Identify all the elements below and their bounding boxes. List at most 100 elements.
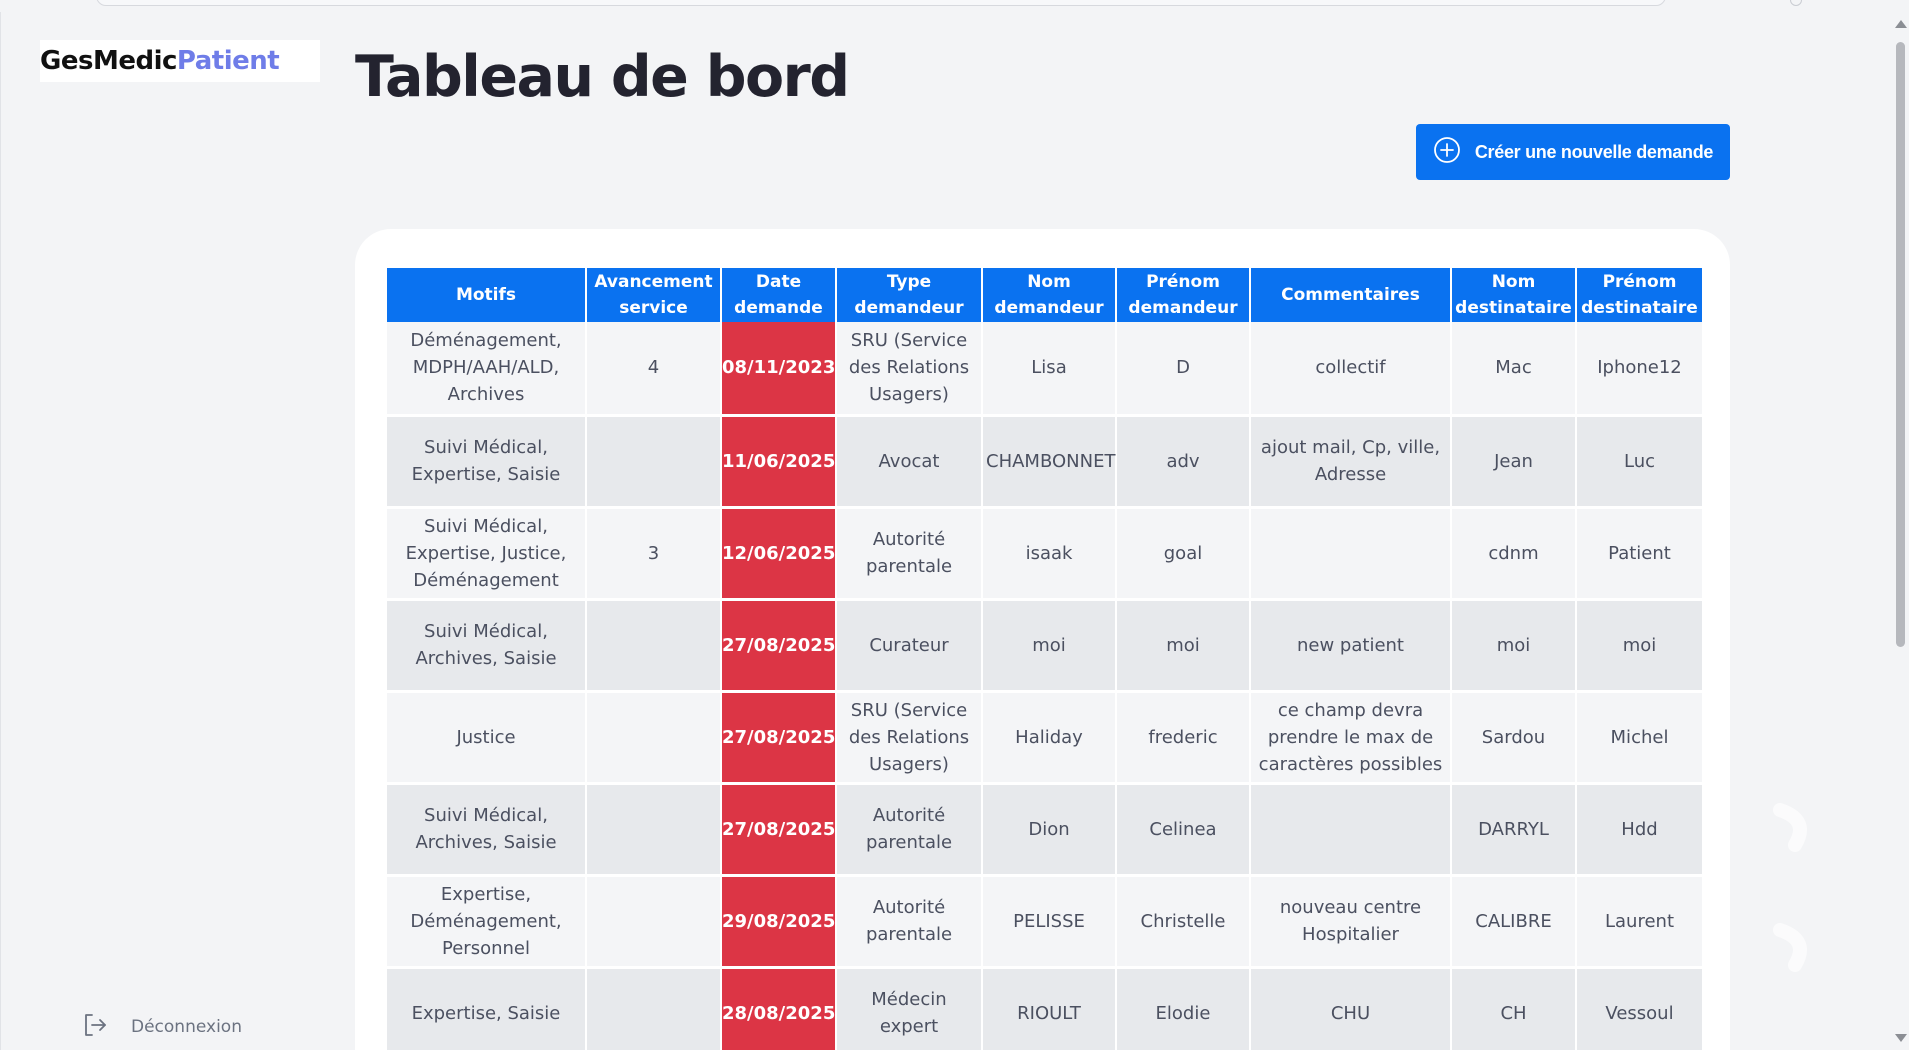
cell-commentaires: nouveau centre Hospitalier <box>1250 875 1452 969</box>
cell-motifs: Justice <box>387 691 587 785</box>
address-bar[interactable] <box>96 0 1666 6</box>
scroll-down-icon[interactable] <box>1895 1034 1907 1042</box>
cell-nom-demandeur: CHAMBONNET <box>982 415 1117 509</box>
background-decoration <box>1773 803 1807 972</box>
cell-date: 28/08/2025 <box>721 967 837 1050</box>
cell-nom-demandeur: Dion <box>982 783 1117 877</box>
page-title: Tableau de bord <box>355 44 850 110</box>
header-date[interactable]: Date demande <box>721 268 837 322</box>
cell-nom-demandeur: Lisa <box>982 322 1117 417</box>
cell-motifs: Suivi Médical, Archives, Saisie <box>387 783 587 877</box>
cell-commentaires: new patient <box>1250 599 1452 693</box>
cell-date: 12/06/2025 <box>721 507 837 601</box>
cell-nom-demandeur: PELISSE <box>982 875 1117 969</box>
cell-date: 27/08/2025 <box>721 783 837 877</box>
table-row[interactable]: Justice 27/08/2025 SRU (Service des Rela… <box>387 691 1704 785</box>
cell-nom-destinataire: cdnm <box>1451 507 1577 601</box>
cell-type-demandeur: Autorité parentale <box>836 507 983 601</box>
header-commentaires[interactable]: Commentaires <box>1250 268 1452 322</box>
table-row[interactable]: Suivi Médical, Archives, Saisie 27/08/20… <box>387 599 1704 693</box>
cell-motifs: Suivi Médical, Expertise, Justice, Démén… <box>387 507 587 601</box>
cell-nom-destinataire: CALIBRE <box>1451 875 1577 969</box>
scroll-up-icon[interactable] <box>1895 20 1907 28</box>
cell-prenom-demandeur: D <box>1116 322 1251 417</box>
cell-nom-demandeur: moi <box>982 599 1117 693</box>
table-row[interactable]: Suivi Médical, Archives, Saisie 27/08/20… <box>387 783 1704 877</box>
cell-nom-demandeur: Haliday <box>982 691 1117 785</box>
cell-prenom-destinataire: Patient <box>1576 507 1704 601</box>
table-row[interactable]: Expertise, Saisie 28/08/2025 Médecin exp… <box>387 967 1704 1050</box>
cell-motifs: Expertise, Saisie <box>387 967 587 1050</box>
header-nom-demandeur[interactable]: Nom demandeur <box>982 268 1117 322</box>
cell-nom-destinataire: Sardou <box>1451 691 1577 785</box>
cell-type-demandeur: Médecin expert <box>836 967 983 1050</box>
cell-prenom-demandeur: Celinea <box>1116 783 1251 877</box>
vertical-scrollbar[interactable] <box>1892 12 1909 1050</box>
cell-commentaires <box>1250 507 1452 601</box>
cell-avancement <box>586 875 722 969</box>
plus-circle-icon <box>1433 136 1461 169</box>
cell-motifs: Expertise, Déménagement, Personnel <box>387 875 587 969</box>
brand-name-part1: GesMedic <box>40 46 177 76</box>
cell-avancement: 3 <box>586 507 722 601</box>
sidebar: GesMedicPatient Déconnexion <box>0 12 340 1050</box>
table-row[interactable]: Déménagement, MDPH/AAH/ALD, Archives 4 0… <box>387 322 1704 417</box>
profile-icon[interactable] <box>1790 0 1802 6</box>
cell-type-demandeur: Autorité parentale <box>836 875 983 969</box>
cell-avancement <box>586 599 722 693</box>
table-row[interactable]: Suivi Médical, Expertise, Justice, Démén… <box>387 507 1704 601</box>
table-header-row: Motifs Avancement service Date demande T… <box>387 268 1704 322</box>
cell-type-demandeur: Avocat <box>836 415 983 509</box>
cell-prenom-destinataire: Vessoul <box>1576 967 1704 1050</box>
cell-type-demandeur: SRU (Service des Relations Usagers) <box>836 691 983 785</box>
cell-prenom-demandeur: frederic <box>1116 691 1251 785</box>
requests-table: Motifs Avancement service Date demande T… <box>387 268 1704 1050</box>
cell-avancement <box>586 415 722 509</box>
cell-nom-destinataire: CH <box>1451 967 1577 1050</box>
cell-nom-destinataire: Jean <box>1451 415 1577 509</box>
browser-top-edge <box>0 0 1909 12</box>
logout-label: Déconnexion <box>131 1017 242 1037</box>
cell-nom-destinataire: Mac <box>1451 322 1577 417</box>
cell-date: 29/08/2025 <box>721 875 837 969</box>
table-row[interactable]: Expertise, Déménagement, Personnel 29/08… <box>387 875 1704 969</box>
cell-date: 27/08/2025 <box>721 691 837 785</box>
cell-type-demandeur: Curateur <box>836 599 983 693</box>
cell-commentaires <box>1250 783 1452 877</box>
cell-motifs: Déménagement, MDPH/AAH/ALD, Archives <box>387 322 587 417</box>
create-request-label: Créer une nouvelle demande <box>1474 141 1714 162</box>
header-prenom-demandeur[interactable]: Prénom demandeur <box>1116 268 1251 322</box>
cell-nom-demandeur: isaak <box>982 507 1117 601</box>
header-avancement[interactable]: Avancement service <box>586 268 722 322</box>
cell-commentaires: ajout mail, Cp, ville, Adresse <box>1250 415 1452 509</box>
header-prenom-destinataire[interactable]: Prénom destinataire <box>1576 268 1704 322</box>
cell-avancement <box>586 691 722 785</box>
table-row[interactable]: Suivi Médical, Expertise, Saisie 11/06/2… <box>387 415 1704 509</box>
cell-prenom-demandeur: adv <box>1116 415 1251 509</box>
scrollbar-thumb[interactable] <box>1896 42 1905 647</box>
cell-nom-destinataire: moi <box>1451 599 1577 693</box>
cell-prenom-destinataire: Hdd <box>1576 783 1704 877</box>
cell-prenom-demandeur: Christelle <box>1116 875 1251 969</box>
cell-prenom-destinataire: Laurent <box>1576 875 1704 969</box>
cell-date: 11/06/2025 <box>721 415 837 509</box>
cell-prenom-destinataire: Iphone12 <box>1576 322 1704 417</box>
cell-type-demandeur: SRU (Service des Relations Usagers) <box>836 322 983 417</box>
brand-name-part2: Patient <box>176 46 280 76</box>
cell-prenom-demandeur: moi <box>1116 599 1251 693</box>
cell-commentaires: collectif <box>1250 322 1452 417</box>
create-request-button[interactable]: Créer une nouvelle demande <box>1416 124 1730 180</box>
cell-commentaires: ce champ devra prendre le max de caractè… <box>1250 691 1452 785</box>
header-nom-destinataire[interactable]: Nom destinataire <box>1451 268 1577 322</box>
header-motifs[interactable]: Motifs <box>387 268 587 322</box>
cell-motifs: Suivi Médical, Expertise, Saisie <box>387 415 587 509</box>
logout-button[interactable]: Déconnexion <box>81 1012 242 1042</box>
brand-logo[interactable]: GesMedicPatient <box>40 40 320 82</box>
logout-icon <box>81 1011 109 1044</box>
header-type-demandeur[interactable]: Type demandeur <box>836 268 983 322</box>
cell-type-demandeur: Autorité parentale <box>836 783 983 877</box>
cell-commentaires: CHU <box>1250 967 1452 1050</box>
cell-avancement: 4 <box>586 322 722 417</box>
cell-nom-demandeur: RIOULT <box>982 967 1117 1050</box>
cell-nom-destinataire: DARRYL <box>1451 783 1577 877</box>
